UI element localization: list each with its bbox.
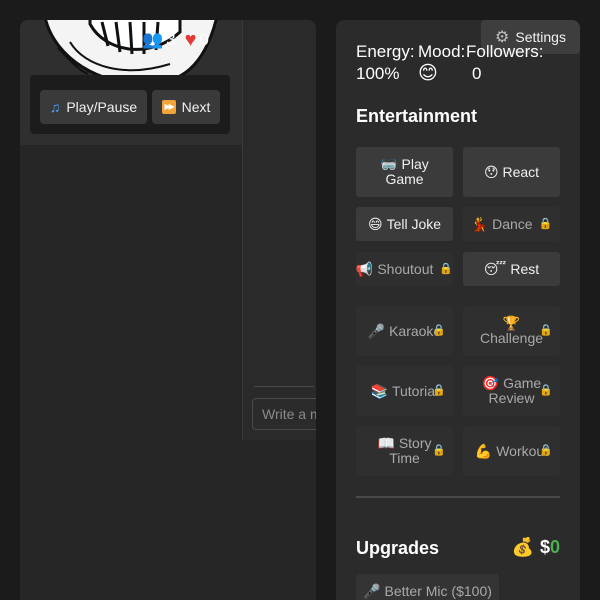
money-display: 💰 $0 bbox=[512, 537, 560, 558]
action-button-5[interactable]: 😴 Rest bbox=[463, 252, 560, 286]
stream-panel: 👥 3 ♥ 0 ♫ Play/Pause ▶▶ Next bbox=[20, 20, 316, 600]
action-emoji-icon: 📚 bbox=[370, 382, 389, 399]
followers-value: 0 bbox=[472, 64, 482, 83]
lock-icon: 🔒 bbox=[538, 217, 553, 230]
skip-forward-icon: ▶▶ bbox=[161, 100, 176, 114]
control-panel: ⚙ Settings Energy: Mood: Followers: 100%… bbox=[336, 20, 580, 600]
entertainment-title: Entertainment bbox=[356, 106, 478, 126]
media-controls: ♫ Play/Pause ▶▶ Next bbox=[30, 75, 230, 134]
next-label: Next bbox=[181, 99, 211, 115]
currency-symbol: $ bbox=[539, 537, 550, 557]
action-button-3[interactable]: 💃 Dance 🔒 bbox=[463, 207, 560, 241]
action-content: 😄 Tell Joke bbox=[367, 215, 442, 232]
action-button-10[interactable]: 📖 Story Time 🔒 bbox=[356, 426, 453, 476]
action-content: 💪 Workout bbox=[474, 442, 548, 459]
energy-label: Energy: bbox=[356, 42, 415, 61]
lock-icon: 🔒 bbox=[539, 384, 553, 397]
action-emoji-icon: 💪 bbox=[474, 442, 493, 459]
lock-icon: 🔒 bbox=[539, 444, 553, 457]
action-button-4[interactable]: 📢 Shoutout 🔒 bbox=[356, 252, 453, 286]
money-bag-icon: 💰 bbox=[511, 537, 534, 557]
heart-icon: ♥ bbox=[184, 29, 197, 51]
microphone-icon: 🎤 bbox=[363, 582, 381, 599]
action-label: Dance bbox=[492, 215, 533, 232]
money-value: 0 bbox=[549, 537, 560, 557]
play-pause-button[interactable]: ♫ Play/Pause bbox=[40, 90, 147, 124]
lock-icon: 🔒 bbox=[432, 384, 446, 397]
action-button-0[interactable]: 🥽 Play Game bbox=[356, 147, 453, 197]
upgrades-title: Upgrades bbox=[356, 538, 440, 558]
upgrade-better-mic-button[interactable]: 🎤 Better Mic ($100) bbox=[356, 574, 499, 600]
action-label: Tutorial bbox=[391, 382, 439, 399]
action-content: 😯 React bbox=[483, 163, 540, 180]
action-label: Shoutout bbox=[377, 260, 434, 277]
action-content: 💃 Dance bbox=[470, 215, 533, 232]
action-emoji-icon: 📢 bbox=[356, 260, 374, 277]
stream-stats: 👥 3 ♥ 0 bbox=[142, 30, 209, 50]
play-pause-label: Play/Pause bbox=[66, 99, 138, 115]
upgrade-label: Better Mic ($100) bbox=[384, 583, 492, 599]
lock-icon: 🔒 bbox=[432, 444, 446, 457]
action-button-9[interactable]: 🎯 Game Review 🔒 bbox=[463, 366, 560, 416]
music-note-icon: ♫ bbox=[49, 99, 61, 115]
action-content: 📢 Shoutout bbox=[356, 260, 434, 277]
mood-emoji-icon: 😊 bbox=[418, 63, 438, 84]
action-button-7[interactable]: 🏆 Challenge 🔒 bbox=[463, 306, 560, 356]
action-emoji-icon: 📖 bbox=[377, 435, 395, 451]
viewers-icon: 👥 bbox=[142, 30, 164, 49]
action-content: 📚 Tutorial bbox=[370, 382, 439, 399]
action-label: Tell Joke bbox=[386, 215, 442, 232]
stream-video: 👥 3 ♥ 0 ♫ Play/Pause ▶▶ Next bbox=[20, 20, 242, 145]
action-button-11[interactable]: 💪 Workout 🔒 bbox=[463, 426, 560, 476]
action-button-6[interactable]: 🎤 Karaoke 🔒 bbox=[356, 306, 453, 356]
section-divider bbox=[356, 496, 560, 498]
action-label: Story Time bbox=[389, 435, 432, 466]
next-button[interactable]: ▶▶ Next bbox=[152, 90, 220, 124]
lock-icon: 🔒 bbox=[439, 262, 453, 275]
action-emoji-icon: 🏆 bbox=[502, 315, 521, 331]
panel-divider bbox=[242, 20, 243, 440]
action-emoji-icon: 😴 bbox=[483, 260, 507, 277]
action-emoji-icon: 🎯 bbox=[481, 375, 500, 391]
action-content: 🥽 Play Game bbox=[366, 157, 444, 187]
action-emoji-icon: 🎤 bbox=[367, 322, 386, 339]
action-emoji-icon: 🥽 bbox=[380, 156, 398, 172]
action-emoji-icon: 😯 bbox=[483, 163, 499, 180]
action-button-8[interactable]: 📚 Tutorial 🔒 bbox=[356, 366, 453, 416]
action-content: 😴 Rest bbox=[483, 260, 540, 277]
followers-label: Followers: bbox=[466, 42, 544, 61]
action-emoji-icon: 😄 bbox=[367, 215, 383, 232]
action-content: 🎤 Karaoke bbox=[367, 322, 441, 339]
action-label: React bbox=[502, 163, 540, 180]
lock-icon: 🔒 bbox=[539, 324, 553, 337]
action-button-2[interactable]: 😄 Tell Joke bbox=[356, 207, 453, 241]
action-label: Rest bbox=[510, 260, 540, 277]
action-emoji-icon: 💃 bbox=[470, 215, 489, 232]
action-button-1[interactable]: 😯 React bbox=[463, 147, 560, 197]
chat-message-input[interactable] bbox=[252, 398, 316, 430]
likes-count: 0 bbox=[199, 30, 209, 49]
mood-label: Mood: bbox=[418, 42, 466, 61]
viewers-count: 3 bbox=[166, 30, 176, 49]
action-label: Challenge bbox=[479, 330, 544, 346]
chat-divider bbox=[254, 386, 314, 387]
lock-icon: 🔒 bbox=[432, 324, 446, 337]
energy-value: 100% bbox=[356, 64, 400, 83]
chat-panel bbox=[242, 20, 316, 440]
